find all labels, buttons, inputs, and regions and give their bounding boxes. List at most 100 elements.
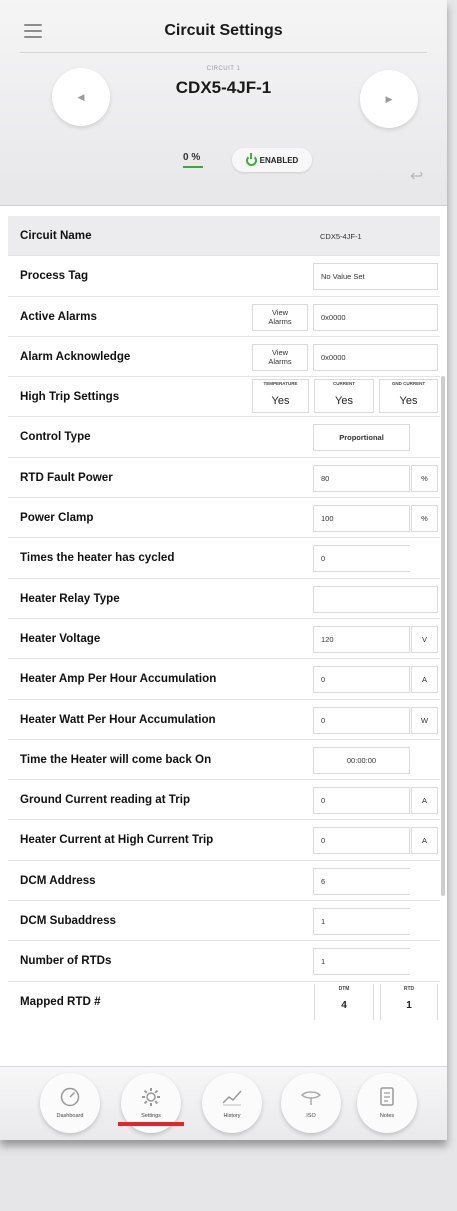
- settings-row-watt-hour: Heater Watt Per Hour Accumulation 0 W: [8, 700, 440, 740]
- power-icon: [245, 152, 257, 166]
- trip-caption: TEMPERATURE: [263, 381, 298, 387]
- time-back-on-field[interactable]: 00:00:00: [313, 746, 410, 774]
- tab-dashboard[interactable]: Dashboard: [40, 1073, 100, 1133]
- trip-value: Yes: [399, 395, 418, 408]
- row-label: DCM Address: [20, 873, 96, 887]
- settings-row-amp-hour: Heater Amp Per Hour Accumulation 0 A: [8, 659, 440, 700]
- button-label-line: Alarms: [268, 317, 292, 327]
- gauge-icon: [59, 1087, 81, 1107]
- row-label: Time the Heater will come back On: [20, 752, 212, 766]
- trip-ground-current-toggle[interactable]: GND CURRENT Yes: [379, 379, 438, 414]
- trip-temperature-toggle[interactable]: TEMPERATURE Yes: [252, 379, 309, 414]
- mapped-value: 4: [341, 999, 347, 1011]
- trip-current-toggle[interactable]: CURRENT Yes: [314, 379, 374, 414]
- title-divider: [20, 52, 427, 53]
- trip-caption: GND CURRENT: [391, 381, 426, 387]
- chart-icon: [221, 1087, 243, 1107]
- dcm-address-field[interactable]: 6: [313, 867, 410, 895]
- button-label-line: View: [271, 348, 289, 358]
- settings-row-power-clamp: Power Clamp 100 %: [8, 498, 440, 539]
- amp-hour-field[interactable]: 0: [313, 666, 410, 694]
- ground-current-trip-field[interactable]: 0: [313, 787, 410, 815]
- settings-row-ground-current-trip: Ground Current reading at Trip 0 A: [8, 780, 440, 821]
- scrollbar-thumb[interactable]: [441, 376, 445, 896]
- row-label: Circuit Name: [20, 229, 92, 242]
- row-label: Ground Current reading at Trip: [20, 793, 191, 807]
- mapped-caption: DTM: [338, 985, 350, 992]
- chevron-left-icon: ◀: [77, 91, 85, 102]
- settings-row-process-tag: Process Tag No Value Set: [8, 256, 440, 297]
- tab-history[interactable]: History: [202, 1073, 262, 1133]
- trip-value: Yes: [271, 395, 290, 408]
- row-label: Heater Current at High Current Trip: [20, 833, 214, 847]
- tab-label: Dashboard: [56, 1113, 84, 1119]
- times-cycled-field[interactable]: 0: [313, 545, 410, 573]
- tab-label: Settings: [141, 1113, 161, 1119]
- row-label: High Trip Settings: [20, 390, 120, 404]
- row-label: Heater Amp Per Hour Accumulation: [20, 672, 217, 686]
- row-label: Times the heater has cycled: [20, 551, 175, 565]
- gear-icon: [140, 1087, 162, 1107]
- tab-notes[interactable]: Notes: [357, 1073, 417, 1133]
- enabled-label: ENABLED: [259, 155, 299, 165]
- heater-voltage-field[interactable]: 120: [313, 625, 410, 653]
- settings-row-high-trip: High Trip Settings TEMPERATURE Yes CURRE…: [8, 377, 440, 418]
- relay-type-field[interactable]: [313, 585, 438, 613]
- undo-icon[interactable]: ↩: [410, 166, 423, 186]
- tab-label: Notes: [379, 1113, 395, 1119]
- chevron-right-icon: ▶: [385, 93, 393, 104]
- settings-row-mapped-rtd: Mapped RTD # DTM 4 RTD 1: [8, 982, 440, 1022]
- row-label: Number of RTDs: [20, 954, 112, 968]
- mapped-caption: RTD: [403, 985, 415, 992]
- next-circuit-button[interactable]: ▶: [360, 70, 418, 128]
- settings-row-high-current-trip: Heater Current at High Current Trip 0 A: [8, 820, 440, 861]
- page-title: Circuit Settings: [164, 22, 283, 39]
- process-tag-field[interactable]: No Value Set: [313, 263, 438, 291]
- mapped-dtm-field[interactable]: DTM 4: [314, 983, 374, 1020]
- row-label: Heater Voltage: [20, 631, 101, 645]
- number-of-rtds-field[interactable]: 1: [313, 948, 410, 976]
- settings-row-circuit-name: Circuit Name CDX5-4JF-1: [8, 216, 440, 257]
- high-current-trip-field[interactable]: 0: [313, 827, 410, 855]
- settings-row-dcm-subaddress: DCM Subaddress 1: [8, 901, 440, 942]
- previous-circuit-button[interactable]: ◀: [52, 68, 110, 126]
- bottom-tab-bar: Dashboard Settings History ISO Notes: [0, 1066, 447, 1140]
- row-label: Heater Watt Per Hour Accumulation: [20, 712, 216, 726]
- row-label: Control Type: [20, 430, 91, 444]
- alarm-acknowledge-field[interactable]: 0x0000: [313, 343, 438, 371]
- watt-hour-field[interactable]: 0: [313, 706, 410, 734]
- dcm-subaddress-field[interactable]: 1: [313, 908, 410, 936]
- mapped-rtd-field[interactable]: RTD 1: [380, 983, 438, 1020]
- tab-label: History: [223, 1113, 241, 1119]
- row-label: Heater Relay Type: [20, 591, 120, 605]
- view-active-alarms-button[interactable]: View Alarms: [252, 303, 308, 331]
- settings-row-heater-voltage: Heater Voltage 120 V: [8, 619, 440, 660]
- device-screen: Circuit Settings CIRCUIT 1 CDX5-4JF-1 ◀ …: [0, 0, 447, 1140]
- settings-row-time-back-on: Time the Heater will come back On 00:00:…: [8, 740, 440, 781]
- row-label: DCM Subaddress: [20, 914, 116, 928]
- unit-label: A: [411, 827, 438, 855]
- enabled-toggle[interactable]: ENABLED: [232, 148, 312, 172]
- power-clamp-field[interactable]: 100: [313, 505, 410, 533]
- settings-row-rtd-fault-power: RTD Fault Power 80 %: [8, 458, 440, 499]
- control-type-select[interactable]: Proportional: [313, 424, 410, 452]
- iso-icon: [300, 1087, 322, 1107]
- unit-label: A: [411, 666, 438, 694]
- row-label: Alarm Acknowledge: [20, 349, 131, 363]
- notes-icon: [376, 1087, 398, 1107]
- view-acknowledge-alarms-button[interactable]: View Alarms: [252, 343, 308, 371]
- active-tab-indicator: [118, 1122, 184, 1126]
- settings-row-times-cycled: Times the heater has cycled 0: [8, 538, 440, 579]
- active-alarms-field[interactable]: 0x0000: [313, 303, 438, 331]
- settings-list: Circuit Name CDX5-4JF-1 Process Tag No V…: [8, 216, 440, 1022]
- percent-output: 0 %: [183, 152, 201, 163]
- row-label: Mapped RTD #: [20, 994, 101, 1008]
- button-label-line: View: [271, 308, 289, 318]
- tab-iso[interactable]: ISO: [281, 1073, 341, 1133]
- rtd-fault-power-field[interactable]: 80: [313, 464, 410, 492]
- settings-row-dcm-address: DCM Address 6: [8, 861, 440, 902]
- mapped-value: 1: [406, 999, 412, 1011]
- percent-bar: [183, 166, 203, 168]
- row-label: RTD Fault Power: [20, 470, 113, 484]
- trip-value: Yes: [335, 395, 353, 408]
